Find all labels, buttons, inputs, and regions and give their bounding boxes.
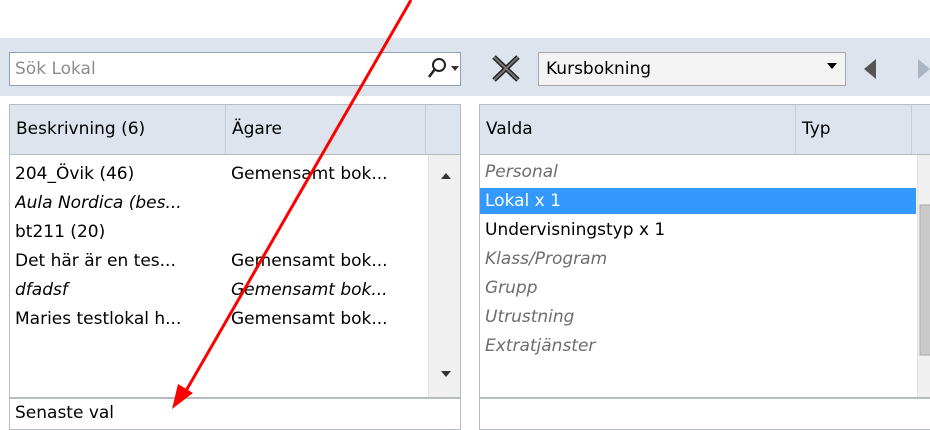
search-icon <box>428 58 459 78</box>
scrollbar-thumb <box>919 204 930 356</box>
selected-item-label: Extratjänster <box>485 336 596 356</box>
recent-selection-label: Senaste val <box>15 403 115 423</box>
room-description: Aula Nordica (bes... <box>15 193 182 213</box>
next-button[interactable] <box>912 54 930 84</box>
column-header-owner[interactable]: Ägare <box>226 105 426 154</box>
previous-button[interactable] <box>856 54 886 84</box>
list-item[interactable]: Klass/Program <box>480 246 916 272</box>
table-row[interactable]: Maries testlokal h... Gemensamt bok... <box>10 306 428 332</box>
selected-items-scrollbar[interactable] <box>917 155 930 397</box>
list-item[interactable]: Undervisningstyp x 1 <box>480 217 916 243</box>
table-row[interactable]: 204_Övik (46) Gemensamt bok... <box>10 161 428 187</box>
selected-item-label: Undervisningstyp x 1 <box>485 220 666 240</box>
room-list-header: Beskrivning (6) Ägare <box>10 105 460 155</box>
room-description: bt211 (20) <box>15 222 106 242</box>
selected-item-label: Utrustning <box>485 307 575 327</box>
list-item[interactable]: Extratjänster <box>480 333 916 359</box>
selected-items-pane: Valda Typ Personal Lokal x 1 Undervisnings… <box>479 104 930 398</box>
scrollbar-arrows <box>441 173 451 377</box>
clear-selection-button[interactable] <box>486 50 526 86</box>
reservation-type-select[interactable]: Kursbokning <box>538 52 846 86</box>
table-row[interactable]: dfadsf Gemensamt bok... <box>10 277 428 303</box>
selected-item-label: Personal <box>485 162 558 182</box>
column-header-type[interactable]: Typ <box>796 105 912 154</box>
room-owner: Gemensamt bok... <box>231 280 388 300</box>
list-item[interactable]: Utrustning <box>480 304 916 330</box>
table-row[interactable]: Aula Nordica (bes... <box>10 190 428 216</box>
scroll-down-icon <box>441 371 451 377</box>
arrow-left-icon <box>864 59 876 79</box>
room-owner: Gemensamt bok... <box>231 251 388 271</box>
arrow-right-icon <box>918 59 930 79</box>
list-item[interactable]: Lokal x 1 <box>480 188 916 214</box>
room-list-scrollbar[interactable] <box>428 155 460 397</box>
search-input[interactable] <box>10 53 387 85</box>
scrollbar-arrows <box>919 204 930 356</box>
selected-items-header: Valda Typ <box>480 105 930 155</box>
search-box <box>9 52 461 86</box>
selected-item-label: Klass/Program <box>485 249 608 269</box>
search-dropdown-button[interactable] <box>422 55 460 83</box>
room-owner: Gemensamt bok... <box>231 164 388 184</box>
room-list-pane: Beskrivning (6) Ägare 204_Övik (46) Gemen… <box>9 104 461 398</box>
table-row[interactable]: bt211 (20) <box>10 219 428 245</box>
room-description: Maries testlokal h... <box>15 309 182 329</box>
selected-items-footer <box>479 398 930 430</box>
scroll-up-icon <box>441 173 451 179</box>
column-header-description[interactable]: Beskrivning (6) <box>10 105 226 154</box>
column-header-selected[interactable]: Valda <box>480 105 796 154</box>
selected-item-label: Lokal x 1 <box>485 191 561 211</box>
selected-item-label: Grupp <box>485 278 538 298</box>
room-description: 204_Övik (46) <box>15 164 135 184</box>
table-row[interactable]: Det här är en tes... Gemensamt bok... <box>10 248 428 274</box>
chevron-down-icon <box>827 63 837 69</box>
list-item[interactable]: Grupp <box>480 275 916 301</box>
reservation-type-value: Kursbokning <box>546 59 652 79</box>
room-description: dfadsf <box>15 280 68 300</box>
room-owner: Gemensamt bok... <box>231 309 388 329</box>
recent-selection-bar[interactable]: Senaste val <box>9 398 461 430</box>
list-item[interactable]: Personal <box>480 159 916 185</box>
room-description: Det här är en tes... <box>15 251 176 271</box>
close-icon <box>492 55 520 82</box>
